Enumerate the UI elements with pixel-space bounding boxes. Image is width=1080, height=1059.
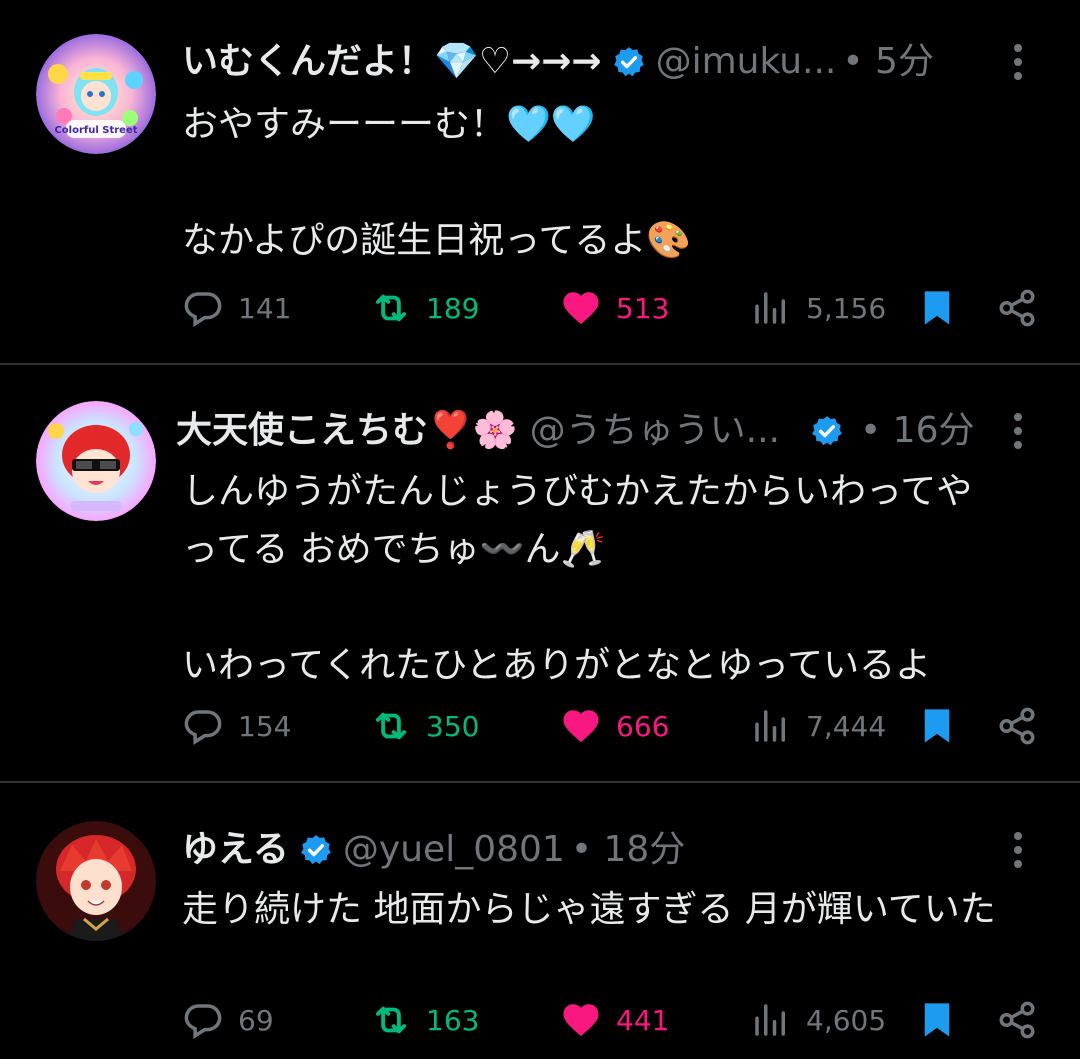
handle[interactable]: @imuku... (656, 32, 837, 92)
action-bar: 69 163 441 4,605 (182, 990, 1040, 1050)
retweet-icon (375, 712, 407, 740)
views-count: 5,156 (806, 291, 887, 325)
like-count: 441 (616, 1003, 670, 1037)
retweet-icon (375, 1006, 407, 1034)
retweet-button[interactable]: 350 (370, 696, 479, 756)
reply-button[interactable]: 69 (182, 990, 274, 1050)
display-name[interactable]: いむくんだよ！💎♡→→→ (182, 32, 602, 92)
timestamp[interactable]: • 16分 (860, 401, 975, 461)
like-count: 513 (616, 291, 670, 325)
more-icon[interactable] (998, 32, 1038, 92)
reply-button[interactable]: 154 (182, 696, 291, 756)
avatar[interactable] (36, 821, 156, 941)
tweet[interactable]: 大天使こえちむ❣️🌸 @うちゅうい... • 16分 しんゆうがたんじょうびむか… (0, 365, 1080, 781)
reply-button[interactable]: 141 (182, 278, 291, 338)
handle[interactable]: @うちゅうい... (530, 401, 780, 461)
retweet-button[interactable]: 189 (370, 278, 479, 338)
views-icon (755, 1004, 785, 1036)
tweet-header: いむくんだよ！💎♡→→→ @imuku... • 5分 (182, 32, 1040, 92)
tweet-text: しんゆうがたんじょうびむかえたからいわってや ってる おめでちゅ〰️ん🥂 いわっ… (182, 471, 973, 686)
action-bar: 141 189 513 5,156 (182, 278, 1040, 338)
bookmark-button[interactable] (916, 990, 958, 1050)
views-button[interactable]: 7,444 (750, 696, 886, 756)
views-count: 7,444 (806, 709, 887, 743)
bookmark-button[interactable] (916, 696, 958, 756)
tweet-text: 走り続けた 地面からじゃ遠すぎる 月が輝いていた (182, 889, 996, 930)
reply-icon (184, 710, 222, 745)
share-icon (999, 707, 1035, 745)
retweet-icon (375, 294, 407, 322)
tweet[interactable]: ゆえる @yuel_0801 • 18分 走り続けた 地面からじゃ遠すぎる 月が… (0, 783, 1080, 1059)
handle[interactable]: @yuel_0801 (343, 820, 565, 880)
tweet-header: 大天使こえちむ❣️🌸 @うちゅうい... • 16分 (176, 401, 1040, 461)
verified-badge-icon (812, 416, 842, 446)
like-button[interactable]: 666 (560, 696, 669, 756)
views-count: 4,605 (806, 1003, 887, 1037)
share-button[interactable] (996, 278, 1038, 338)
retweet-count: 163 (426, 1003, 480, 1037)
retweet-button[interactable]: 163 (370, 990, 479, 1050)
views-button[interactable]: 4,605 (750, 990, 886, 1050)
action-bar: 154 350 666 7,444 (182, 696, 1040, 756)
share-button[interactable] (996, 696, 1038, 756)
retweet-count: 189 (426, 291, 480, 325)
reply-icon (184, 292, 222, 327)
share-button[interactable] (996, 990, 1038, 1050)
bookmark-button[interactable] (916, 278, 958, 338)
bookmark-icon (924, 291, 950, 325)
heart-icon (563, 710, 599, 743)
views-button[interactable]: 5,156 (750, 278, 886, 338)
heart-icon (563, 292, 599, 325)
reply-count: 141 (238, 291, 292, 325)
tweet-text: おやすみーーーむ！🩵🩵 なかよぴの誕生日祝ってるよ🎨 (182, 104, 692, 261)
bookmark-icon (924, 709, 950, 743)
bookmark-icon (924, 1003, 950, 1037)
tweet[interactable]: Colorful Street いむくんだよ！💎♡→→→ @imuku... •… (0, 0, 1080, 364)
display-name[interactable]: 大天使こえちむ❣️🌸 (176, 401, 518, 461)
like-count: 666 (616, 709, 670, 743)
verified-badge-icon (301, 835, 331, 865)
svg-text:Colorful Street: Colorful Street (54, 125, 137, 136)
avatar[interactable] (36, 401, 156, 521)
verified-badge-icon (613, 47, 644, 77)
tweet-header: ゆえる @yuel_0801 • 18分 (182, 820, 1040, 880)
views-icon (755, 710, 785, 742)
timestamp[interactable]: • 18分 (571, 820, 686, 880)
reply-count: 154 (238, 709, 292, 743)
share-icon (999, 289, 1035, 327)
like-button[interactable]: 513 (560, 278, 669, 338)
more-icon[interactable] (998, 401, 1038, 461)
more-icon[interactable] (998, 820, 1038, 880)
reply-icon (184, 1004, 222, 1039)
like-button[interactable]: 441 (560, 990, 669, 1050)
heart-icon (563, 1004, 599, 1037)
share-icon (999, 1001, 1035, 1039)
views-icon (755, 292, 785, 324)
retweet-count: 350 (426, 709, 480, 743)
reply-count: 69 (238, 1003, 274, 1037)
avatar[interactable]: Colorful Street (36, 34, 156, 154)
display-name[interactable]: ゆえる (182, 820, 289, 880)
timestamp[interactable]: • 5分 (842, 32, 934, 92)
